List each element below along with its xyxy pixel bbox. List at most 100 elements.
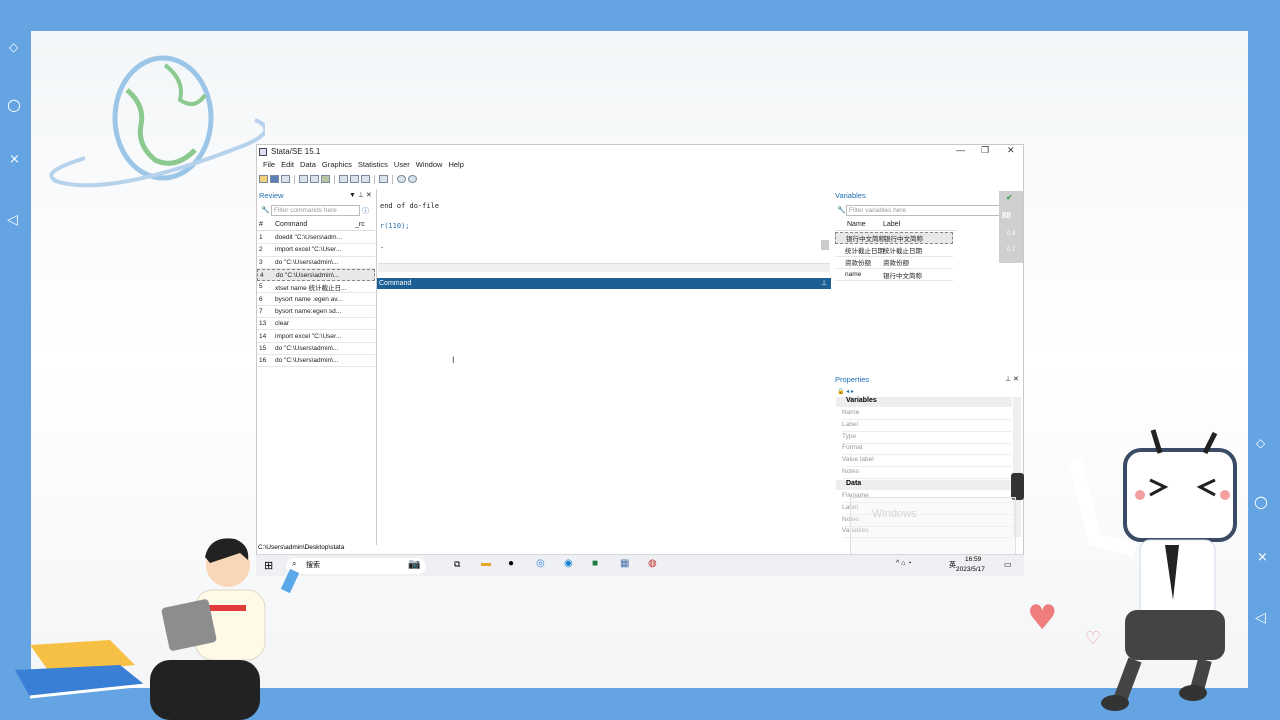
property-field[interactable]: Format (842, 444, 1012, 456)
row-command: do "C:\Users\admin\... (276, 271, 340, 279)
notification-icon[interactable]: ▭ (1004, 560, 1012, 569)
log-icon[interactable] (299, 175, 308, 183)
list-item[interactable]: 资款份额 资款份额 (835, 257, 953, 269)
file-explorer-icon[interactable]: ▬ (481, 558, 491, 569)
table-row[interactable]: 5 xtset name 统计截止日... (257, 281, 375, 294)
menu-user[interactable]: User (394, 160, 410, 171)
perf-score: 88 (1002, 211, 1011, 220)
table-row[interactable]: 14 import excel "C:\User... (257, 330, 375, 343)
minimize-button[interactable]: — (956, 145, 965, 155)
row-number: 7 (259, 307, 263, 315)
table-row[interactable]: 13 clear (257, 318, 375, 331)
side-handle[interactable] (1011, 473, 1024, 500)
print-icon[interactable] (281, 175, 290, 183)
more-icon[interactable] (397, 175, 406, 183)
list-item[interactable]: name 银行中文简称 (835, 269, 953, 282)
close-button[interactable]: ✕ (1007, 145, 1015, 156)
properties-section-variables[interactable]: Variables (836, 397, 1012, 407)
property-field[interactable]: Type (842, 433, 1012, 444)
heart-icon: ♥ (1027, 598, 1058, 638)
stata-taskbar-icon[interactable]: ▦ (620, 558, 629, 569)
table-row[interactable]: 2 import excel "C:\User... (257, 244, 375, 257)
diamond-icon: ◇ (1256, 436, 1266, 450)
diamond-icon: ◇ (9, 40, 19, 54)
property-field[interactable]: Notes (842, 468, 1012, 479)
break-icon[interactable] (408, 175, 417, 183)
property-field[interactable]: Value label (842, 456, 1012, 468)
table-row[interactable]: 3 do "C:\Users\admin\... (257, 257, 375, 269)
cross-icon: × (9, 152, 20, 167)
task-view-icon[interactable]: ⧉ (454, 559, 460, 570)
results-scrollbar[interactable] (821, 240, 829, 250)
stata-app-icon (259, 147, 267, 156)
edge-icon[interactable]: ◉ (564, 558, 573, 569)
name-header[interactable]: Name (835, 221, 883, 228)
restore-button[interactable]: ❐ (981, 145, 989, 156)
browser-icon[interactable]: ◎ (536, 558, 545, 569)
list-item[interactable]: 统计截止日期 统计截止日期 (835, 244, 953, 257)
qq-icon[interactable]: ● (508, 558, 514, 569)
row-number: 14 (259, 332, 267, 340)
wrench-icon[interactable]: 🔧 (261, 206, 270, 214)
recorder-icon[interactable]: ◍ (648, 558, 657, 569)
wrench-icon[interactable]: 🔧 (837, 206, 846, 214)
properties-section-data[interactable]: Data (836, 480, 1012, 490)
menu-window[interactable]: Window (416, 160, 443, 171)
menu-graphics[interactable]: Graphics (322, 160, 352, 171)
table-row[interactable]: 1 doedit "C:\Users\adm... (257, 232, 375, 245)
viewer-icon[interactable] (310, 175, 319, 183)
triangle-icon: ◁ (1255, 610, 1266, 626)
variable-name: 资款份额 (845, 260, 871, 268)
results-hscrollbar[interactable] (378, 263, 830, 272)
review-filter-input[interactable]: Filter commands here (271, 205, 360, 216)
excel-icon[interactable]: ■ (592, 558, 598, 569)
perf-value-1: 0.4 (1007, 231, 1016, 237)
row-command: do "C:\Users\admin\... (275, 258, 339, 266)
list-item[interactable]: 银行中文简称 银行中文简称 (835, 232, 953, 245)
row-command: doedit "C:\Users\adm... (275, 234, 342, 242)
command-input[interactable] (378, 290, 830, 544)
property-field[interactable]: Label (842, 421, 1012, 432)
menu-file[interactable]: File (263, 160, 275, 171)
tray-icons[interactable]: ^ ⌂ ◔ (896, 560, 912, 567)
variables-grid-header: Name Label (835, 219, 957, 231)
clock-time[interactable]: 16:59 (965, 556, 981, 563)
clock-date[interactable]: 2023/5/17 (956, 566, 985, 573)
variables-manager-icon[interactable] (379, 175, 388, 183)
table-row[interactable]: 6 bysort name :egen av... (257, 294, 375, 306)
lock-icon[interactable]: 🔒 ◂ ▸ (837, 388, 854, 395)
data-browser-icon[interactable] (361, 175, 370, 183)
ime-indicator[interactable]: 英 (949, 560, 956, 570)
rc-header[interactable]: _rc (355, 221, 365, 228)
menu-data[interactable]: Data (300, 160, 316, 171)
table-row[interactable]: 15 do "C:\Users\admin\... (257, 343, 375, 355)
command-header[interactable]: Command (275, 221, 355, 228)
pin-icon[interactable]: ⊥ (821, 279, 827, 287)
data-editor-icon[interactable] (350, 175, 359, 183)
info-icon[interactable]: ⓘ (362, 206, 369, 216)
row-number: 6 (259, 295, 263, 303)
books-illustration (15, 640, 145, 699)
table-row[interactable]: 7 bysort name:egen sd... (257, 306, 375, 319)
toolbar-separator (392, 175, 393, 184)
menu-statistics[interactable]: Statistics (358, 160, 388, 171)
save-icon[interactable] (270, 175, 279, 183)
table-row[interactable]: 4 do "C:\Users\admin\... (257, 268, 375, 282)
row-number: 2 (259, 246, 263, 254)
pane-controls-icon[interactable]: ⊥ ✕ (1005, 375, 1019, 383)
camera-icon: 📷 (408, 559, 421, 570)
property-field[interactable]: Name (842, 409, 1012, 420)
do-file-editor-icon[interactable] (339, 175, 348, 183)
variables-filter-input[interactable]: Filter variables here (846, 205, 1006, 216)
pane-divider (376, 189, 377, 545)
table-row[interactable]: 16 do "C:\Users\admin\... (257, 355, 375, 368)
open-icon[interactable] (259, 175, 268, 183)
pane-controls-icon[interactable]: ▼ ⊥ ✕ (349, 191, 372, 199)
graph-icon[interactable] (321, 175, 330, 183)
menu-help[interactable]: Help (448, 160, 463, 171)
menu-bar: File Edit Data Graphics Statistics User … (257, 160, 464, 171)
label-header[interactable]: Label (883, 221, 900, 228)
performance-widget: ✔ 88 0.4 0.7 (999, 191, 1023, 263)
results-line-end-of-do-file: end of do-file (380, 202, 440, 210)
menu-edit[interactable]: Edit (281, 160, 294, 171)
